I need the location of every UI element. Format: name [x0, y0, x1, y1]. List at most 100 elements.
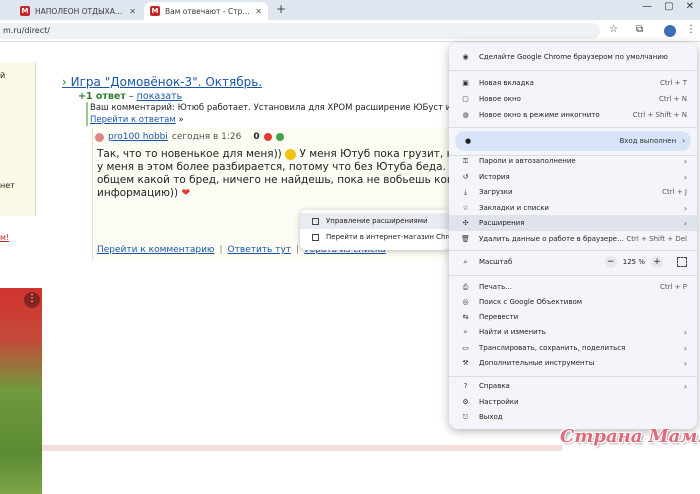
menu-label: Перевести — [479, 313, 519, 321]
extensions-submenu: Управление расширениями Перейти в интерн… — [300, 210, 464, 250]
go-to-answers-arrow: » — [178, 115, 184, 125]
reply-line: Так, что то новенькое для меня)) — [97, 148, 282, 160]
show-answers-link[interactable]: показать — [137, 91, 183, 102]
game-topic-link[interactable]: › Игра "Домовёнок-3". Октябрь. — [62, 75, 262, 89]
menu-profile[interactable]: ● Вход выполнен › — [455, 131, 691, 151]
chevron-right-icon: › — [683, 343, 687, 353]
answers-line: +1 ответ – показать — [78, 91, 182, 102]
extensions-puzzle-icon[interactable]: ⧉ — [636, 24, 643, 35]
answers-count: +1 ответ — [78, 91, 126, 102]
menu-label: Пароли и автозаполнение — [479, 157, 576, 165]
menu-downloads[interactable]: ⤓ Загрузки Ctrl + J — [449, 184, 697, 200]
incognito-icon: ◍ — [462, 111, 469, 119]
my-comment-text: Ваш комментарий: Ютюб работает. Установи… — [90, 103, 466, 113]
chevron-right-icon: › — [683, 203, 687, 213]
menu-translate[interactable]: ⇆ Перевести — [449, 309, 697, 325]
trash-icon: 🗑 — [461, 235, 470, 243]
vote-up-icon[interactable] — [275, 133, 284, 141]
heart-icon: ❤ — [181, 187, 191, 199]
puzzle-icon: ✣ — [462, 219, 469, 227]
chevron-right-icon: › — [683, 172, 687, 182]
exit-icon: ⎋ — [462, 412, 469, 421]
menu-bookmarks[interactable]: ☆ Закладки и списки › — [449, 200, 697, 216]
menu-history[interactable]: ↺ История › — [449, 169, 697, 185]
history-icon: ↺ — [462, 173, 469, 181]
tab-napoleon[interactable]: М НАПОЛЕОН ОТДЫХАЕТ - мас ✕ — [14, 2, 142, 20]
left-link[interactable]: м! — [0, 233, 9, 242]
star-icon: ☆ — [462, 204, 469, 212]
chrome-web-store-item[interactable]: Перейти в интернет-магазин Chrome — [300, 229, 464, 245]
new-tab-icon: ▣ — [462, 79, 469, 87]
store-icon — [312, 233, 319, 241]
more-options-icon[interactable]: ⋮ — [24, 292, 40, 308]
menu-extensions[interactable]: ✣ Расширения › — [449, 215, 697, 231]
menu-help[interactable]: ? Справка › — [449, 378, 697, 394]
menu-incognito[interactable]: ◍ Новое окно в режиме инкогнито Ctrl + Shi… — [449, 107, 697, 123]
chevron-right-icon: › — [683, 218, 687, 228]
menu-shortcut: Ctrl + Shift + Del — [626, 235, 687, 243]
manage-extensions-item[interactable]: Управление расширениями — [300, 213, 450, 229]
find-icon: ⌕ — [463, 327, 468, 336]
window-controls: — ▢ ✕ — [642, 1, 694, 12]
menu-label: Сделайте Google Chrome браузером по умол… — [479, 53, 668, 61]
smiley-icon — [285, 148, 297, 160]
my-comment: Ваш комментарий: Ютюб работает. Установи… — [86, 102, 466, 126]
game-topic-title: Игра "Домовёнок-3". Октябрь. — [70, 75, 263, 89]
tab-strana-mam[interactable]: М Вам отвечают - Страна Мам ✕ — [144, 2, 268, 20]
zoom-out-button[interactable]: − — [604, 256, 617, 268]
download-icon: ⤓ — [463, 187, 468, 196]
menu-shortcut: Ctrl + T — [659, 79, 687, 87]
tab-title: Вам отвечают - Страна Мам — [165, 6, 251, 16]
reply-here-link[interactable]: Ответить тут — [228, 245, 291, 255]
magnifier-icon: ⌕ — [463, 257, 468, 266]
page-bottom-strip — [42, 445, 562, 451]
menu-passwords[interactable]: ⚿ Пароли и автозаполнение › — [449, 153, 697, 169]
reply-date: сегодня в 1:26 — [171, 132, 242, 142]
close-icon[interactable]: ✕ — [129, 7, 136, 16]
maximize-icon[interactable]: ▢ — [664, 1, 673, 12]
help-icon: ? — [463, 382, 468, 390]
menu-google-lens[interactable]: ◎ Поиск с Google Объективом — [449, 294, 697, 310]
close-window-icon[interactable]: ✕ — [686, 1, 694, 12]
menu-more-tools[interactable]: ⚒ Дополнительные инструменты › — [449, 355, 697, 371]
profile-avatar[interactable] — [664, 25, 676, 37]
reply-username[interactable]: pro100 hobbi — [108, 132, 168, 142]
chevron-right-icon: › — [683, 327, 687, 337]
menu-settings[interactable]: ⚙ Настройки — [449, 394, 697, 410]
menu-cast-save-share[interactable]: ▭ Транслировать, сохранить, поделиться › — [449, 340, 697, 356]
signed-in-label: Вход выполнен — [619, 137, 677, 145]
fullscreen-icon[interactable] — [677, 257, 687, 267]
more-menu-icon[interactable]: ⋮ — [686, 24, 696, 35]
close-icon[interactable]: ✕ — [255, 7, 262, 16]
menu-divider — [449, 250, 697, 251]
menu-label: Новое окно — [479, 95, 521, 103]
menu-new-tab[interactable]: ▣ Новая вкладка Ctrl + T — [449, 75, 697, 91]
cast-icon: ▭ — [462, 344, 469, 352]
zoom-in-button[interactable]: + — [651, 256, 663, 268]
new-tab-button[interactable]: + — [276, 2, 286, 16]
menu-print[interactable]: ⎙ Печать... Ctrl + P — [449, 279, 697, 295]
menu-label: Удалить данные о работе в браузере... — [479, 235, 624, 243]
go-to-comment-link[interactable]: Перейти к комментарию — [97, 245, 215, 255]
menu-shortcut: Ctrl + P — [660, 283, 687, 291]
menu-label: Поиск с Google Объективом — [479, 298, 583, 306]
menu-exit[interactable]: ⎋ Выход — [449, 409, 697, 425]
vote-down-icon[interactable] — [263, 133, 272, 141]
left-text: й — [0, 71, 6, 80]
tab-favicon: М — [20, 6, 30, 16]
menu-shortcut: Ctrl + N — [658, 95, 687, 103]
minimize-icon[interactable]: — — [642, 1, 652, 12]
menu-find-edit[interactable]: ⌕ Найти и изменить › — [449, 324, 697, 340]
submenu-label: Перейти в интернет-магазин Chrome — [326, 233, 464, 241]
bookmark-star-icon[interactable]: ☆ — [609, 24, 618, 35]
ad-banner[interactable]: ⋮ — [0, 288, 42, 494]
menu-new-window[interactable]: ▢ Новое окно Ctrl + N — [449, 91, 697, 107]
puzzle-icon — [312, 217, 319, 225]
menu-label: Новая вкладка — [479, 79, 534, 87]
menu-divider — [449, 376, 697, 377]
address-bar[interactable]: m.ru/direct/ — [0, 23, 600, 39]
menu-clear-data[interactable]: 🗑 Удалить данные о работе в браузере... Ct… — [449, 231, 697, 247]
menu-default-browser[interactable]: ◉ Сделайте Google Chrome браузером по умо… — [449, 49, 697, 65]
go-to-answers-link[interactable]: Перейти к ответам — [90, 115, 176, 125]
zoom-value: 125 % — [622, 258, 645, 266]
